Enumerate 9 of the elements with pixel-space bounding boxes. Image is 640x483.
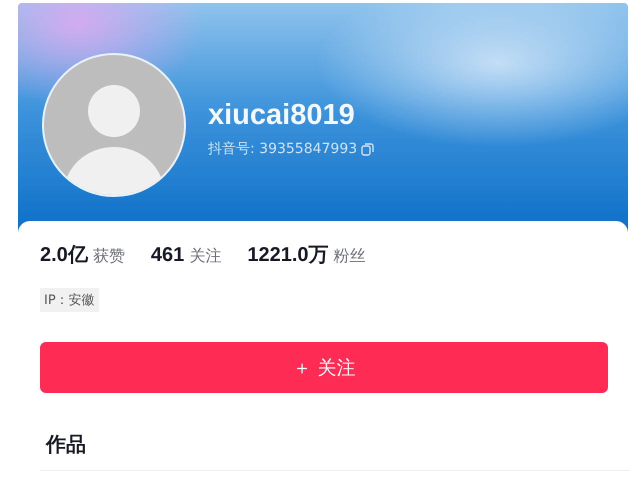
copy-icon[interactable]: [361, 142, 374, 156]
stat-count: 1221.0万 粉丝: [247, 243, 366, 268]
stat-count: 2.0亿 获赞: [40, 243, 125, 268]
follow-button[interactable]: ＋ 关注: [40, 342, 608, 393]
account-id: 抖音号: 39355847993: [208, 140, 358, 158]
section-title[interactable]: 作品: [40, 431, 86, 458]
username: xiucai8019: [208, 99, 356, 132]
ip-tag: IP：安徽: [40, 288, 99, 312]
stat-count: 461 关注: [150, 244, 222, 267]
